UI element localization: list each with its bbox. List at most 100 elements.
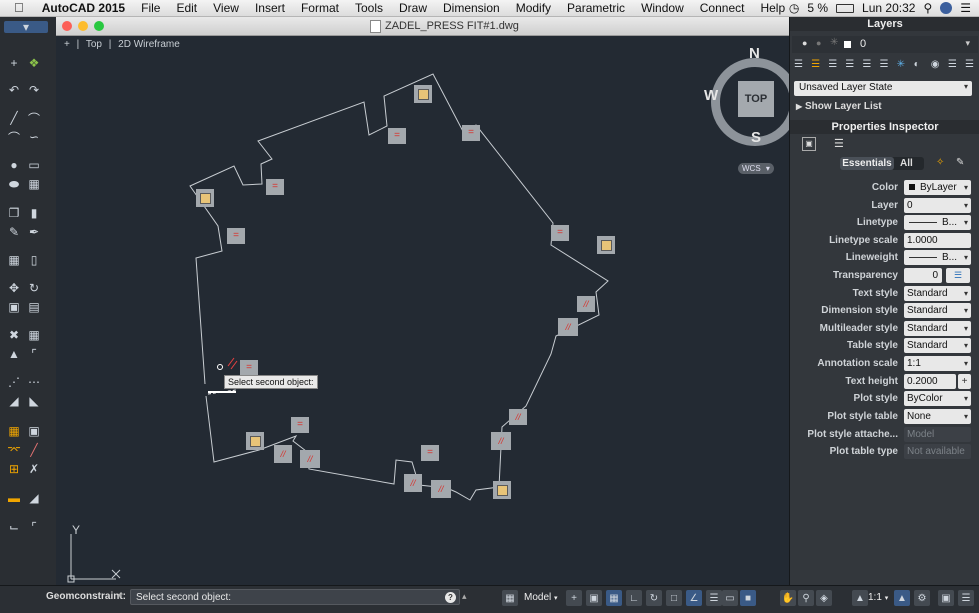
constraint-badge-parallel[interactable]: // xyxy=(577,296,595,312)
menu-help[interactable]: Help xyxy=(752,0,793,16)
menu-connect[interactable]: Connect xyxy=(692,0,753,16)
annotation-visibility-icon[interactable]: ▲ xyxy=(852,590,868,606)
move-block-icon[interactable]: ▮ xyxy=(26,205,42,221)
array-icon[interactable]: ▦ xyxy=(26,327,42,343)
command-expand-icon[interactable]: ▴ xyxy=(462,591,467,602)
search-icon[interactable]: ⚲ xyxy=(923,1,932,15)
menu-file[interactable]: File xyxy=(133,0,168,16)
eraser-icon[interactable]: ▯ xyxy=(26,252,42,268)
stretch-icon[interactable]: ▤ xyxy=(26,299,42,315)
lineweight-display-icon[interactable]: ☰ xyxy=(706,590,722,606)
constraint-badge-parallel[interactable]: // xyxy=(274,445,292,463)
undo-icon[interactable]: ↶ xyxy=(6,82,22,98)
chamfer-icon[interactable]: ◢ xyxy=(6,393,22,409)
prop-multileader-style-value[interactable]: Standard ▾ xyxy=(904,321,971,336)
menu-app-name[interactable]: AutoCAD 2015 xyxy=(34,0,133,16)
brush-icon[interactable]: ✒ xyxy=(26,224,42,240)
menu-dimension[interactable]: Dimension xyxy=(435,0,508,16)
move-icon[interactable]: ✥ xyxy=(6,280,22,296)
object-snap-icon[interactable]: □ xyxy=(666,590,682,606)
constraint-badge-coincident-icon[interactable] xyxy=(246,432,264,450)
clock[interactable]: Lun 20:32 xyxy=(862,1,915,15)
constraint-badge-equal[interactable]: = xyxy=(227,228,245,244)
insert-block-icon[interactable]: ▦ xyxy=(6,252,22,268)
compass-west[interactable]: W xyxy=(704,87,718,104)
constraint-badge-coincident-icon[interactable] xyxy=(493,481,511,499)
layer-unisolate-icon[interactable]: ☰ xyxy=(879,59,892,73)
prop-layer-value[interactable]: 0 ▾ xyxy=(904,198,971,213)
constraint-badge-parallel[interactable]: // xyxy=(404,474,422,492)
object-snap-tracking-icon[interactable]: ∠ xyxy=(686,590,702,606)
model-space-menu[interactable]: Model ▾ xyxy=(520,590,562,606)
drawing-geometry[interactable] xyxy=(56,36,789,585)
ucs-origin-icon[interactable]: ⌜ xyxy=(26,519,42,535)
menu-modify[interactable]: Modify xyxy=(508,0,559,16)
viewcube[interactable]: TOP N S W xyxy=(704,45,789,150)
constraint-badge-coincident-icon[interactable] xyxy=(597,236,615,254)
current-layer-row[interactable]: ● ● ✳ 0 ▾ xyxy=(792,36,978,53)
constraint-badge-parallel[interactable]: // xyxy=(558,318,578,336)
user-icon[interactable] xyxy=(940,2,953,14)
line-icon[interactable]: ╱ xyxy=(6,110,22,126)
measure-icon[interactable]: ▬ xyxy=(6,490,22,506)
quick-select-icon[interactable]: ✧ xyxy=(936,157,944,168)
constraint-badge-coincident-icon[interactable] xyxy=(414,85,432,103)
auto-scale-icon[interactable]: ▲ xyxy=(894,590,910,606)
polyline-icon[interactable]: ⌒ xyxy=(26,110,42,126)
wifi-icon[interactable]: ◷ xyxy=(789,1,799,15)
constraint-badge-coincident-icon[interactable] xyxy=(196,189,214,207)
layer-on-icon[interactable]: ● xyxy=(802,38,807,48)
leader-icon[interactable]: ╱ xyxy=(26,442,42,458)
pan-icon[interactable]: ✋ xyxy=(780,590,796,606)
orbit-icon[interactable]: ◈ xyxy=(816,590,832,606)
constraint-badge-equal[interactable]: = xyxy=(421,445,439,461)
prop-color-value[interactable]: ByLayer ▾ xyxy=(904,180,971,195)
menu-view[interactable]: View xyxy=(205,0,247,16)
menu-tools[interactable]: Tools xyxy=(347,0,391,16)
circle-icon[interactable]: ● xyxy=(6,157,22,173)
annotate-icon[interactable]: ✗ xyxy=(26,461,42,477)
redo-icon[interactable]: ↷ xyxy=(26,82,42,98)
properties-tab-icon[interactable]: ▣ xyxy=(802,137,816,151)
constraint-badge-parallel[interactable]: // xyxy=(491,432,511,450)
ortho-icon[interactable]: ∟ xyxy=(626,590,642,606)
layout-grid-icon[interactable]: ▦ xyxy=(502,590,518,606)
snap-icon[interactable]: + xyxy=(566,590,582,606)
command-line-input[interactable]: Select second object: ? xyxy=(130,589,460,605)
menu-parametric[interactable]: Parametric xyxy=(559,0,633,16)
wedge-icon[interactable]: ◢ xyxy=(26,490,42,506)
zoom-icon[interactable]: ⚲ xyxy=(798,590,814,606)
layer-off-icon[interactable]: ◐ xyxy=(914,59,927,73)
show-layer-list-toggle[interactable]: ▶ Show Layer List xyxy=(796,101,882,112)
tab-all[interactable]: All xyxy=(900,157,913,170)
layer-isolate-icon[interactable]: ☰ xyxy=(862,59,875,73)
layer-freeze-icon[interactable]: ✳ xyxy=(830,37,838,48)
prop-plot-style-table-value[interactable]: None ▾ xyxy=(904,409,971,424)
mirror-icon[interactable]: ▲ xyxy=(6,346,22,362)
select-similar-icon[interactable]: ❖ xyxy=(26,55,42,71)
fullscreen-icon[interactable]: ▣ xyxy=(938,590,954,606)
tab-essentials[interactable]: Essentials xyxy=(840,157,894,170)
help-icon[interactable]: ? xyxy=(445,592,456,603)
dynamic-input-icon[interactable]: ▣ xyxy=(586,590,602,606)
trim-icon[interactable]: ✖ xyxy=(6,327,22,343)
transparency-menu-icon[interactable]: ☰ xyxy=(946,268,970,283)
compass-north[interactable]: N xyxy=(749,45,760,62)
grid-icon[interactable]: ▦ xyxy=(606,590,622,606)
workspace-icon[interactable]: ⚙ xyxy=(914,590,930,606)
offset-icon[interactable]: ◣ xyxy=(26,393,42,409)
menu-edit[interactable]: Edit xyxy=(168,0,205,16)
constraint-badge-parallel[interactable]: // xyxy=(300,450,320,468)
pick-add-icon[interactable]: ✎ xyxy=(956,157,964,168)
prop-plot-style-value[interactable]: ByColor ▾ xyxy=(904,391,971,406)
pencil-icon[interactable]: ✎ xyxy=(6,224,22,240)
zoom-window-button[interactable] xyxy=(94,21,104,31)
scale-icon[interactable]: ▣ xyxy=(6,299,22,315)
viewcube-top-face[interactable]: TOP xyxy=(738,81,774,117)
arc-icon[interactable]: ⌒ xyxy=(6,129,22,145)
layer-properties-icon[interactable]: ☰ xyxy=(794,59,807,73)
prop-text-style-value[interactable]: Standard ▾ xyxy=(904,286,971,301)
prop-text-height-input[interactable]: 0.2000 xyxy=(904,374,956,389)
layer-match-icon[interactable]: ☰ xyxy=(828,59,841,73)
customize-icon[interactable]: ☰ xyxy=(958,590,974,606)
